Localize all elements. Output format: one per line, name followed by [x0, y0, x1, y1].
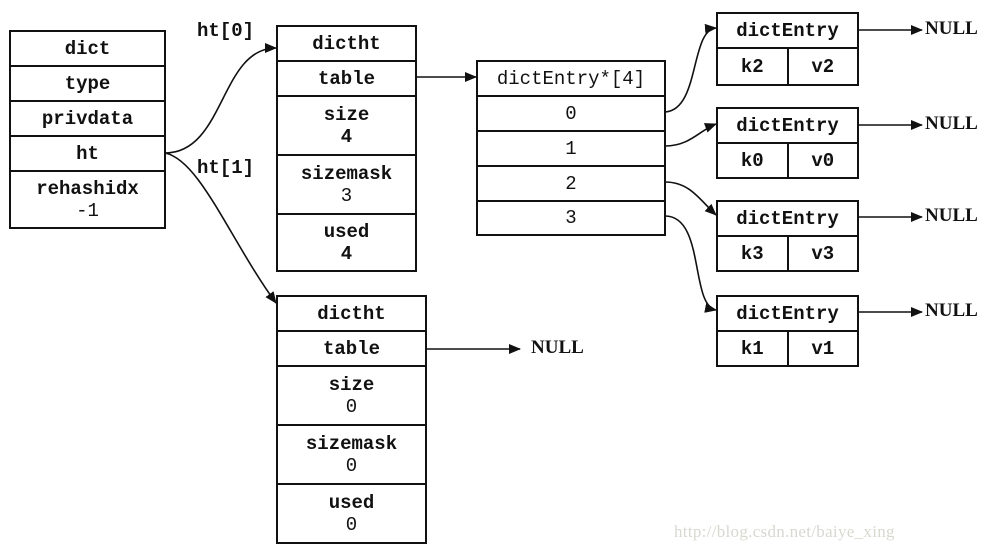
- dict-entry: dictEntry k2 v2: [716, 12, 859, 86]
- watermark: http://blog.csdn.net/baiye_xing: [674, 522, 895, 541]
- sizemask-label: sizemask: [300, 162, 393, 185]
- dict-field-type: type: [11, 67, 164, 102]
- size-value: 0: [345, 395, 358, 418]
- ht1-label: ht[1]: [197, 157, 255, 179]
- sizemask-value: 0: [345, 454, 358, 477]
- dictht-size: size 0: [278, 367, 425, 426]
- sizemask-label: sizemask: [305, 432, 398, 455]
- dict-struct: dict type privdata ht rehashidx -1: [9, 30, 166, 229]
- bucket-array: dictEntry*[4] 0 1 2 3: [476, 60, 666, 236]
- bucket-slot-3: 3: [565, 207, 577, 229]
- dict-entry-title: dictEntry: [718, 109, 857, 144]
- dict-entry-key: k3: [718, 237, 789, 270]
- used-label: used: [328, 491, 375, 514]
- dictht-ht0: dictht table size 4 sizemask 3 used 4: [276, 25, 417, 272]
- dict-entry-value: v0: [811, 149, 835, 172]
- dictht-used: used 4: [278, 215, 415, 270]
- dictht-table: table: [278, 332, 425, 367]
- size-label: size: [328, 373, 375, 396]
- dict-entry-value: v3: [811, 242, 835, 265]
- dict-entry-title: dictEntry: [718, 14, 857, 49]
- arrow-slot1: [664, 123, 717, 147]
- dictht-ht1: dictht table size 0 sizemask 0 used 0: [276, 295, 427, 544]
- entry-next-null: NULL: [925, 113, 978, 134]
- dict-entry: dictEntry k1 v1: [716, 295, 859, 367]
- entry-next-null: NULL: [925, 18, 978, 39]
- dictht-used: used 0: [278, 485, 425, 542]
- dictht-title: dictht: [278, 27, 415, 62]
- dictht-title: dictht: [278, 297, 425, 332]
- dict-entry: dictEntry k3 v3: [716, 200, 859, 272]
- dict-title: dict: [11, 32, 164, 67]
- sizemask-value: 3: [340, 184, 353, 207]
- dictht-table: table: [278, 62, 415, 97]
- dictht-sizemask: sizemask 0: [278, 426, 425, 485]
- dictht-sizemask: sizemask 3: [278, 156, 415, 215]
- dictht-size: size 4: [278, 97, 415, 156]
- dict-entry-key: k0: [718, 144, 789, 177]
- size-value: 4: [340, 125, 353, 148]
- bucket-slot-1: 1: [478, 132, 664, 167]
- dict-field-rehashidx: rehashidx -1: [11, 172, 164, 227]
- size-label: size: [323, 103, 370, 126]
- entry-next-null: NULL: [925, 205, 978, 226]
- arrow-ht0: [164, 43, 277, 154]
- dict-entry-value: v2: [811, 55, 835, 78]
- bucket-array-title: dictEntry*[4]: [478, 62, 664, 97]
- dict-field-ht: ht: [11, 137, 164, 172]
- bucket-slot-0: 0: [478, 97, 664, 132]
- ht1-table-null: NULL: [531, 337, 584, 358]
- dict-entry-key: k2: [718, 49, 789, 84]
- arrow-slot2: [664, 181, 717, 216]
- rehashidx-value: -1: [76, 199, 99, 222]
- used-value: 0: [345, 513, 358, 536]
- entry-next-null: NULL: [925, 300, 978, 321]
- dict-field-privdata: privdata: [11, 102, 164, 137]
- used-label: used: [323, 220, 370, 243]
- dict-entry-title: dictEntry: [718, 297, 857, 332]
- dict-entry-key: k1: [718, 332, 789, 365]
- dict-entry-title: dictEntry: [718, 202, 857, 237]
- arrow-slot3: [664, 215, 717, 313]
- dict-entry-value: v1: [811, 337, 835, 360]
- dict-entry: dictEntry k0 v0: [716, 107, 859, 179]
- used-value: 4: [340, 242, 353, 265]
- rehashidx-label: rehashidx: [36, 177, 139, 200]
- arrow-slot0: [664, 23, 717, 113]
- bucket-slot-2: 2: [478, 167, 664, 202]
- ht0-label: ht[0]: [197, 20, 255, 42]
